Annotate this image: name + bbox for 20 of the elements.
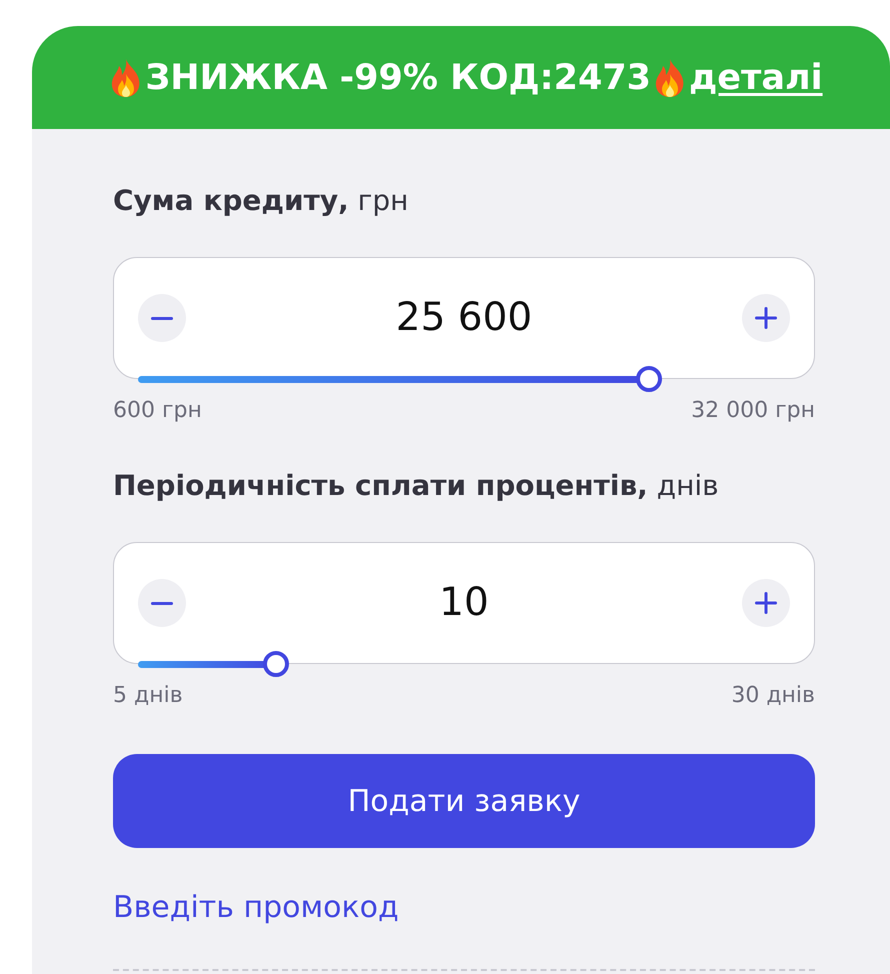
plus-icon xyxy=(755,307,777,329)
plus-icon xyxy=(754,592,777,614)
increase-button[interactable] xyxy=(742,294,790,342)
max-label: 30 днів xyxy=(731,683,815,709)
discount-text: ЗНИЖКА -99% КОД:2473 xyxy=(145,58,652,98)
submit-button[interactable]: Подати заявку xyxy=(113,754,815,848)
slider-thumb[interactable] xyxy=(263,651,290,677)
decrease-button[interactable] xyxy=(138,579,186,627)
max-label: 32 000 грн xyxy=(691,398,815,424)
min-label: 600 грн xyxy=(113,398,202,424)
slider-thumb[interactable] xyxy=(636,366,662,392)
minus-icon xyxy=(151,602,173,604)
value-text: 25 600 xyxy=(396,294,532,342)
field-label: Періодичність сплати процентів, днів xyxy=(113,470,720,502)
promo-code-link[interactable]: Введіть промокод xyxy=(113,890,399,926)
minus-icon xyxy=(151,316,173,320)
decrease-button[interactable] xyxy=(138,294,186,342)
field-label: Сума кредиту, грн xyxy=(113,185,410,217)
value-text: 10 xyxy=(439,579,489,627)
min-label: 5 днів xyxy=(113,683,183,709)
